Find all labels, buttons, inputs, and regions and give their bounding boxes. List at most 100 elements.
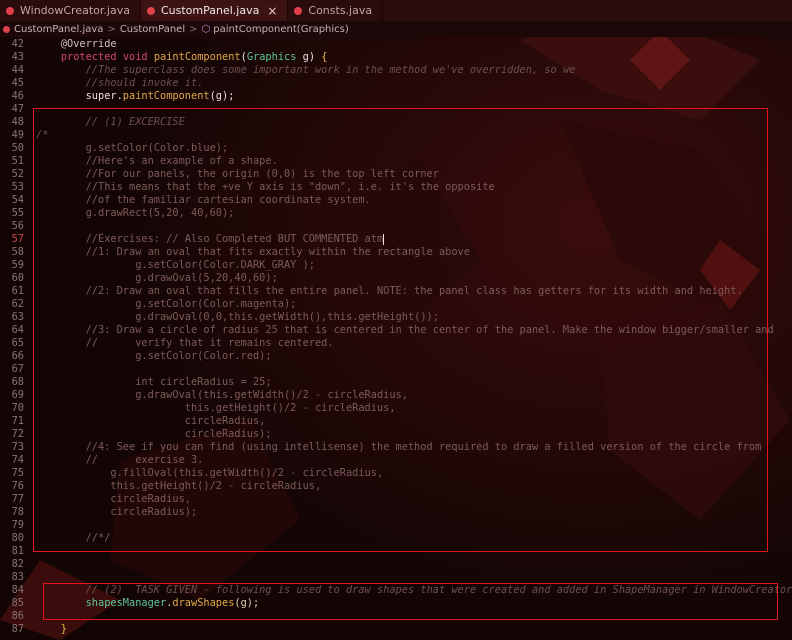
code-line[interactable]: 44 //The superclass does some important …: [0, 64, 792, 77]
java-file-icon: [6, 6, 14, 15]
tab-custom-panel[interactable]: CustomPanel.java ×: [140, 0, 289, 21]
code-line[interactable]: 50 g.setColor(Color.blue);: [0, 142, 792, 155]
java-file-icon: [294, 6, 303, 15]
code-text: circleRadius,: [36, 415, 266, 427]
java-file-icon: [146, 6, 155, 15]
method-icon: ⬡: [201, 23, 211, 35]
code-line[interactable]: 71 circleRadius,: [0, 415, 792, 428]
code-line[interactable]: 73 //4: See if you can find (using intel…: [0, 441, 792, 454]
code-editor[interactable]: 42 @Override 43 protected void paintCompo…: [0, 37, 792, 640]
code-line[interactable]: 63 g.drawOval(0,0,this.getWidth(),this.g…: [0, 311, 792, 324]
line-number: 65: [11, 337, 24, 349]
code-line[interactable]: 48 // (1) EXCERCISE: [0, 116, 792, 129]
code-line[interactable]: 65 // verify that it remains centered.: [0, 337, 792, 350]
line-number: 50: [11, 142, 24, 154]
code-line[interactable]: 60 g.drawOval(5,20,40,60);: [0, 272, 792, 285]
code-text: g.setColor(Color.blue);: [36, 142, 229, 154]
tab-consts[interactable]: Consts.java: [288, 0, 384, 21]
code-line[interactable]: 76 this.getHeight()/2 - circleRadius,: [0, 480, 792, 493]
line-number: 83: [11, 571, 24, 583]
code-text: //Here's an example of a shape.: [36, 155, 278, 167]
breadcrumb-separator: >: [189, 23, 198, 35]
code-line[interactable]: 79: [0, 519, 792, 532]
code-line[interactable]: 45 //should invoke it.: [0, 77, 792, 90]
line-number: 71: [11, 415, 24, 427]
line-number: 73: [11, 441, 24, 453]
code-line[interactable]: 69 g.drawOval(this.getWidth()/2 - circle…: [0, 389, 792, 402]
line-number: 54: [11, 194, 24, 206]
close-icon[interactable]: ×: [267, 4, 277, 18]
code-line[interactable]: 47: [0, 103, 792, 116]
code-text: //4: See if you can find (using intellis…: [36, 441, 762, 453]
code-text: /*: [36, 129, 49, 141]
code-line[interactable]: 74 // exercise 3.: [0, 454, 792, 467]
code-line[interactable]: 67: [0, 363, 792, 376]
code-text: //For our panels, the origin (0,0) is th…: [36, 168, 439, 180]
code-line[interactable]: 46 super.paintComponent(g);: [0, 90, 792, 103]
code-text: // verify that it remains centered.: [36, 337, 334, 349]
breadcrumb-file[interactable]: CustomPanel.java: [14, 24, 103, 35]
code-line[interactable]: 70 this.getHeight()/2 - circleRadius,: [0, 402, 792, 415]
line-number: 80: [11, 532, 24, 544]
code-line[interactable]: 64 //3: Draw a circle of radius 25 that …: [0, 324, 792, 337]
code-line[interactable]: 77 circleRadius,: [0, 493, 792, 506]
code-line[interactable]: 57 //Exercises: // Also Completed BUT CO…: [0, 233, 792, 246]
code-line[interactable]: 83: [0, 571, 792, 584]
line-number: 55: [11, 207, 24, 219]
line-number: 58: [11, 246, 24, 258]
code-line[interactable]: 43 protected void paintComponent(Graphic…: [0, 51, 792, 64]
code-line[interactable]: 49 /*: [0, 129, 792, 142]
line-number: 85: [11, 597, 24, 609]
code-line[interactable]: 87 }: [0, 623, 792, 636]
code-line[interactable]: 85 shapesManager.drawShapes(g);: [0, 597, 792, 610]
code-text: // exercise 3.: [36, 454, 204, 466]
code-text: g.setColor(Color.red);: [36, 350, 272, 362]
code-line[interactable]: 54 //of the familiar cartesian coordinat…: [0, 194, 792, 207]
code-line[interactable]: 80 //*/: [0, 532, 792, 545]
code-text: g.fillOval(this.getWidth()/2 - circleRad…: [36, 467, 384, 479]
line-number: 59: [11, 259, 24, 271]
code-line[interactable]: 53 //This means that the +ve Y axis is "…: [0, 181, 792, 194]
text-cursor: [383, 233, 385, 245]
code-text: // (2) TASK GIVEN - following is used to…: [36, 584, 792, 596]
code-text: g.drawOval(0,0,this.getWidth(),this.getH…: [36, 311, 439, 323]
code-text: //This means that the +ve Y axis is "dow…: [36, 181, 495, 193]
breadcrumb-class[interactable]: CustomPanel: [120, 24, 185, 35]
code-line[interactable]: 56: [0, 220, 792, 233]
code-line[interactable]: 82: [0, 558, 792, 571]
code-line[interactable]: 59 g.setColor(Color.DARK_GRAY );: [0, 259, 792, 272]
line-number: 49: [11, 129, 24, 141]
code-line[interactable]: 75 g.fillOval(this.getWidth()/2 - circle…: [0, 467, 792, 480]
code-text: g.drawRect(5,20, 40,60);: [36, 207, 235, 219]
code-text: //The superclass does some important wor…: [36, 64, 576, 76]
code-line[interactable]: 72 circleRadius);: [0, 428, 792, 441]
tab-label: Consts.java: [308, 4, 373, 17]
code-text: //Exercises: // Also Completed BUT COMME…: [36, 233, 385, 245]
code-line[interactable]: 68 int circleRadius = 25;: [0, 376, 792, 389]
line-number: 44: [11, 64, 24, 76]
code-line[interactable]: 86: [0, 610, 792, 623]
code-line[interactable]: 58 //1: Draw an oval that fits exactly w…: [0, 246, 792, 259]
code-line[interactable]: 78 circleRadius);: [0, 506, 792, 519]
line-number: 76: [11, 480, 24, 492]
code-line[interactable]: 42 @Override: [0, 38, 792, 51]
line-number: 52: [11, 168, 24, 180]
code-line[interactable]: 61 //2: Draw an oval that fills the enti…: [0, 285, 792, 298]
code-line[interactable]: 51 //Here's an example of a shape.: [0, 155, 792, 168]
code-line[interactable]: 81: [0, 545, 792, 558]
code-line[interactable]: 66 g.setColor(Color.red);: [0, 350, 792, 363]
line-number: 77: [11, 493, 24, 505]
code-line[interactable]: 84 // (2) TASK GIVEN - following is used…: [0, 584, 792, 597]
tab-window-creator[interactable]: WindowCreator.java: [0, 0, 141, 21]
code-text: }: [36, 623, 67, 635]
code-text: //*/: [36, 532, 111, 544]
line-number: 82: [11, 558, 24, 570]
code-line[interactable]: 52 //For our panels, the origin (0,0) is…: [0, 168, 792, 181]
code-text: this.getHeight()/2 - circleRadius,: [36, 480, 322, 492]
code-text: g.setColor(Color.DARK_GRAY );: [36, 259, 315, 271]
breadcrumb-method[interactable]: paintComponent(Graphics): [213, 24, 349, 35]
code-line[interactable]: 55 g.drawRect(5,20, 40,60);: [0, 207, 792, 220]
editor-tab-bar: WindowCreator.java CustomPanel.java × Co…: [0, 0, 792, 21]
code-line[interactable]: 62 g.setColor(Color.magenta);: [0, 298, 792, 311]
tab-label: WindowCreator.java: [20, 4, 130, 17]
